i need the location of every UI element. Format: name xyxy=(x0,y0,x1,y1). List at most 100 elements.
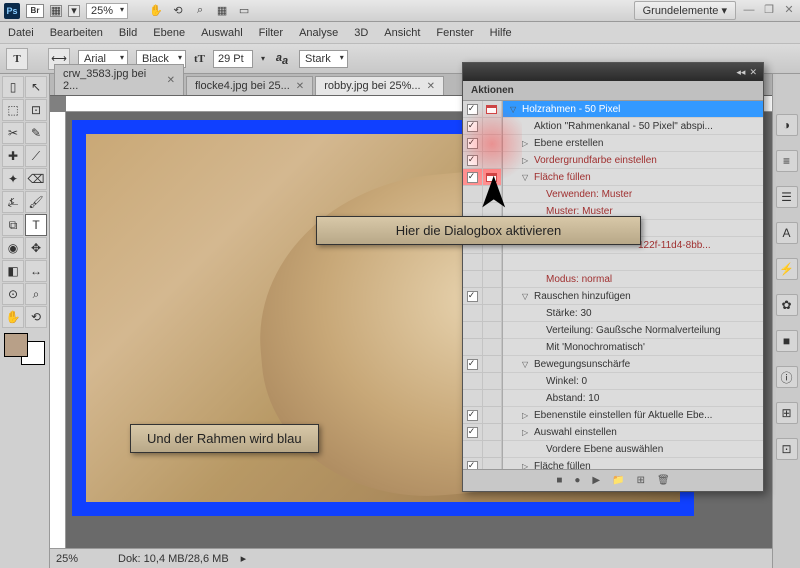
type-tool-preset-icon[interactable]: T xyxy=(6,48,28,70)
action-dialog-toggle[interactable] xyxy=(483,101,503,117)
menu-ebene[interactable]: Ebene xyxy=(153,27,185,39)
action-enable-checkbox[interactable] xyxy=(463,441,483,457)
dock-icon-5[interactable]: ✿ xyxy=(776,294,798,316)
dock-icon-9[interactable]: ⊡ xyxy=(776,438,798,460)
tool-15[interactable]: ✥ xyxy=(25,237,47,259)
action-dialog-toggle[interactable] xyxy=(483,441,503,457)
dock-icon-1[interactable]: ≡ xyxy=(776,150,798,172)
menu-filter[interactable]: Filter xyxy=(259,27,283,39)
dock-icon-6[interactable]: ■ xyxy=(776,330,798,352)
action-enable-checkbox[interactable] xyxy=(463,373,483,389)
tab-close-icon[interactable]: ✕ xyxy=(167,75,175,86)
dock-icon-4[interactable]: ⚡ xyxy=(776,258,798,280)
action-row[interactable]: ▽Bewegungsunschärfe xyxy=(503,356,763,373)
tool-10[interactable]: ⍼ xyxy=(2,191,24,213)
zoom-level-select[interactable]: 25% xyxy=(86,3,128,19)
action-row[interactable]: Vordere Ebene auswählen xyxy=(503,441,763,458)
maximize-icon[interactable]: ❐ xyxy=(762,4,776,18)
zoom-tool-icon[interactable]: ⌕ xyxy=(192,3,208,19)
font-size-input[interactable]: 29 Pt xyxy=(213,50,253,68)
tool-9[interactable]: ⌫ xyxy=(25,168,47,190)
tool-12[interactable]: ⧉ xyxy=(2,214,24,236)
action-enable-checkbox[interactable] xyxy=(463,152,483,168)
play-button-icon[interactable]: ▶ xyxy=(592,475,600,486)
menu-bild[interactable]: Bild xyxy=(119,27,137,39)
action-enable-checkbox[interactable] xyxy=(463,118,483,134)
workspace-select[interactable]: Grundelemente ▾ xyxy=(634,1,736,20)
action-enable-checkbox[interactable] xyxy=(463,458,483,469)
action-row[interactable]: Winkel: 0 xyxy=(503,373,763,390)
dock-icon-2[interactable]: ☰ xyxy=(776,186,798,208)
tool-17[interactable]: ↔ xyxy=(25,260,47,282)
action-row[interactable]: ▷Ebene erstellen xyxy=(503,135,763,152)
tool-21[interactable]: ⟲ xyxy=(25,306,47,328)
tool-20[interactable]: ✋ xyxy=(2,306,24,328)
action-row[interactable]: ▽Holzrahmen - 50 Pixel xyxy=(503,101,763,118)
action-dialog-toggle[interactable] xyxy=(483,458,503,469)
action-enable-checkbox[interactable] xyxy=(463,424,483,440)
menu-hilfe[interactable]: Hilfe xyxy=(490,27,512,39)
dock-icon-3[interactable]: A xyxy=(776,222,798,244)
doc-tab-0[interactable]: crw_3583.jpg bei 2...✕ xyxy=(54,64,184,95)
minimize-icon[interactable]: — xyxy=(742,4,756,18)
menu-datei[interactable]: Datei xyxy=(8,27,34,39)
action-dialog-toggle[interactable] xyxy=(483,322,503,338)
tab-close-icon[interactable]: ✕ xyxy=(427,81,435,92)
action-dialog-toggle[interactable] xyxy=(483,356,503,372)
action-row[interactable]: ▷Vordergrundfarbe einstellen xyxy=(503,152,763,169)
color-swatch[interactable] xyxy=(2,333,47,365)
action-enable-checkbox[interactable] xyxy=(463,407,483,423)
dock-icon-0[interactable]: ◑ xyxy=(776,114,798,136)
action-enable-checkbox[interactable] xyxy=(463,390,483,406)
tool-14[interactable]: ◉ xyxy=(2,237,24,259)
action-row[interactable]: ▷Ebenenstile einstellen für Aktuelle Ebe… xyxy=(503,407,763,424)
menu-auswahl[interactable]: Auswahl xyxy=(201,27,243,39)
action-enable-checkbox[interactable] xyxy=(463,288,483,304)
action-row[interactable]: Verteilung: Gaußsche Normalverteilung xyxy=(503,322,763,339)
tool-13[interactable]: T xyxy=(25,214,47,236)
action-row[interactable] xyxy=(503,254,763,271)
action-row[interactable]: ▷Auswahl einstellen xyxy=(503,424,763,441)
action-dialog-toggle[interactable] xyxy=(483,373,503,389)
tool-3[interactable]: ⊡ xyxy=(25,99,47,121)
action-enable-checkbox[interactable] xyxy=(463,322,483,338)
action-enable-checkbox[interactable] xyxy=(463,339,483,355)
action-enable-checkbox[interactable] xyxy=(463,271,483,287)
panel-titlebar[interactable]: ◂◂ ✕ xyxy=(463,63,763,81)
tool-4[interactable]: ✂ xyxy=(2,122,24,144)
action-dialog-toggle[interactable] xyxy=(483,339,503,355)
panel-tab-aktionen[interactable]: Aktionen xyxy=(463,81,763,101)
panel-close-icon[interactable]: ✕ xyxy=(749,67,757,78)
panel-collapse-icon[interactable]: ◂◂ xyxy=(736,67,745,78)
tool-16[interactable]: ◧ xyxy=(2,260,24,282)
menu-ansicht[interactable]: Ansicht xyxy=(384,27,420,39)
tool-19[interactable]: ⌕ xyxy=(25,283,47,305)
new-set-icon[interactable]: 📁 xyxy=(612,475,624,486)
dock-icon-7[interactable]: ⓘ xyxy=(776,366,798,388)
menu-analyse[interactable]: Analyse xyxy=(299,27,338,39)
new-action-icon[interactable]: ⊞ xyxy=(637,475,645,486)
close-icon[interactable]: ✕ xyxy=(782,4,796,18)
action-enable-checkbox[interactable] xyxy=(463,101,483,117)
record-button-icon[interactable]: ● xyxy=(574,475,580,486)
arrange-docs-icon[interactable]: ▦ xyxy=(214,3,230,19)
tool-6[interactable]: ✚ xyxy=(2,145,24,167)
tool-18[interactable]: ⊙ xyxy=(2,283,24,305)
launch-mini-icon[interactable]: ▦ xyxy=(50,5,62,17)
tool-0[interactable]: ▯ xyxy=(2,76,24,98)
action-row[interactable]: Abstand: 10 xyxy=(503,390,763,407)
action-row[interactable]: Verwenden: Muster xyxy=(503,186,763,203)
bridge-icon[interactable]: Br xyxy=(26,4,44,18)
action-enable-checkbox[interactable] xyxy=(463,356,483,372)
action-dialog-toggle[interactable] xyxy=(483,271,503,287)
action-dialog-toggle[interactable] xyxy=(483,305,503,321)
hand-tool-icon[interactable]: ✋ xyxy=(148,3,164,19)
tool-5[interactable]: ✎ xyxy=(25,122,47,144)
action-row[interactable]: Aktion "Rahmenkanal - 50 Pixel" abspi... xyxy=(503,118,763,135)
tool-7[interactable]: ⟋ xyxy=(25,145,47,167)
stop-button-icon[interactable]: ■ xyxy=(556,475,562,486)
status-chevron-icon[interactable]: ▸ xyxy=(241,552,247,565)
tool-1[interactable]: ↖ xyxy=(25,76,47,98)
extras-icon[interactable]: ▾ xyxy=(68,5,80,17)
action-dialog-toggle[interactable] xyxy=(483,152,503,168)
